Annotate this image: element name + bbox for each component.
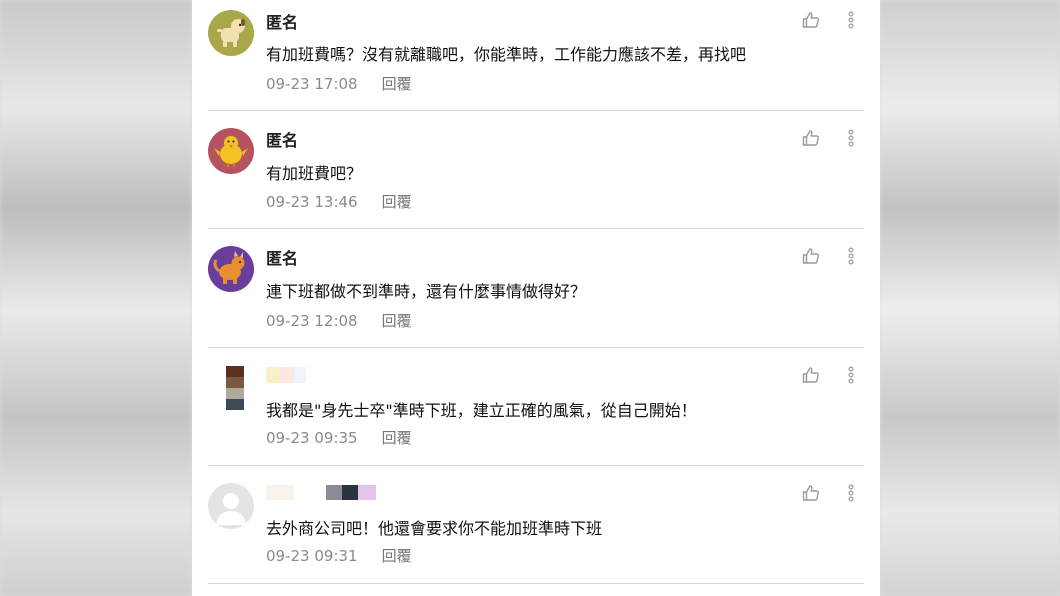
dog-avatar[interactable] [208,10,254,56]
comment-item: 匿名 連下班都做不到準時，還有什麼事情做得好？ 09-23 12:08 回覆 [208,228,864,348]
blurred-username [266,367,306,383]
comment-item: 我都是"身先士卒"準時下班，建立正確的風氣，從自己開始！ 09-23 09:35… [208,347,864,466]
blurred-photo-avatar[interactable] [226,366,244,410]
blurred-username [266,485,382,500]
comment-meta: 09-23 09:35 回覆 [266,427,412,448]
comment-time: 09-23 17:08 [266,75,358,93]
thumbs-up-icon[interactable] [802,366,820,384]
comment-username: 匿名 [266,131,299,150]
comment-list: 匿名 有加班費嗎？沒有就離職吧，你能準時，工作能力應該不差，再找吧 09-23 … [192,0,880,596]
user-silhouette-icon [216,493,246,525]
comment-text: 有加班費嗎？沒有就離職吧，你能準時，工作能力應該不差，再找吧 [266,45,747,64]
comment-text: 我都是"身先士卒"準時下班，建立正確的風氣，從自己開始！ [266,401,697,420]
blurred-background-right [880,0,1060,596]
dog-icon [217,19,245,47]
comment-time: 09-23 13:46 [266,193,358,211]
comment-item: 匿名 有加班費吧？ 09-23 13:46 回覆 [208,110,864,229]
reply-button[interactable]: 回覆 [382,75,412,93]
more-vertical-icon[interactable] [848,247,854,265]
reply-button[interactable]: 回覆 [382,193,412,211]
more-vertical-icon[interactable] [848,11,854,29]
comment-username: 匿名 [266,249,299,268]
comment-meta: 09-23 13:46 回覆 [266,191,412,212]
thumbs-up-icon[interactable] [802,484,820,502]
comment-item: 去外商公司吧！他還會要求你不能加班準時下班 09-23 09:31 回覆 [208,465,864,584]
thumbs-up-icon[interactable] [802,129,820,147]
reply-button[interactable]: 回覆 [382,429,412,447]
default-user-avatar[interactable] [208,483,254,529]
comment-time: 09-23 12:08 [266,312,358,330]
dragon-icon [213,251,245,284]
comment-text: 有加班費吧？ [266,164,363,183]
comment-item: 匿名 有加班費嗎？沒有就離職吧，你能準時，工作能力應該不差，再找吧 09-23 … [208,0,864,111]
more-vertical-icon[interactable] [848,484,854,502]
chick-icon [214,136,248,167]
thumbs-up-icon[interactable] [802,11,820,29]
comment-meta: 09-23 12:08 回覆 [266,310,412,331]
thumbs-up-icon[interactable] [802,247,820,265]
comment-time: 09-23 09:35 [266,429,358,447]
reply-button[interactable]: 回覆 [382,547,412,565]
comment-time: 09-23 09:31 [266,547,358,565]
comment-username: 匿名 [266,13,299,32]
reply-button[interactable]: 回覆 [382,312,412,330]
comment-meta: 09-23 09:31 回覆 [266,545,412,566]
dragon-avatar[interactable] [208,246,254,292]
blurred-background-left [0,0,192,596]
comment-text: 去外商公司吧！他還會要求你不能加班準時下班 [266,519,603,538]
more-vertical-icon[interactable] [848,129,854,147]
comment-text: 連下班都做不到準時，還有什麼事情做得好？ [266,282,587,301]
chick-avatar[interactable] [208,128,254,174]
more-vertical-icon[interactable] [848,366,854,384]
comment-meta: 09-23 17:08 回覆 [266,73,412,94]
